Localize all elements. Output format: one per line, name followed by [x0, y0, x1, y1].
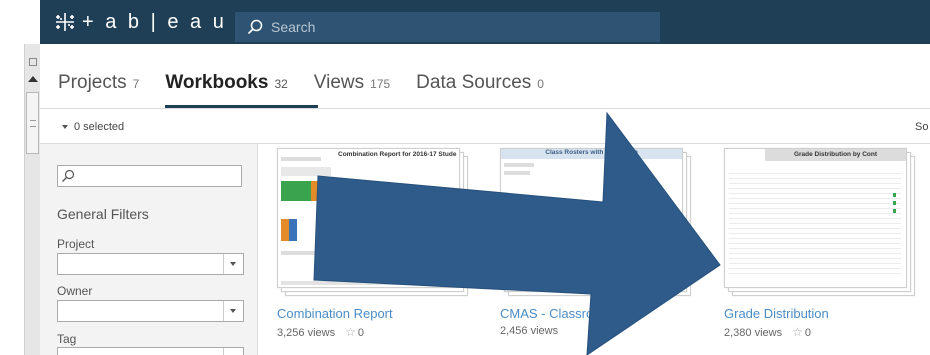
star-outline-icon[interactable]: ☆ — [792, 325, 803, 339]
tab-views[interactable]: Views 175 — [314, 72, 390, 94]
workbook-card[interactable]: Grade Distribution by Cont Grade Distrib… — [724, 146, 919, 339]
thumb-banner — [281, 167, 331, 176]
tab-label: Workbooks — [165, 72, 269, 93]
thumbnail-sheet: Class Rosters with rmance Le — [500, 148, 683, 288]
thumb-orange-block — [311, 181, 325, 201]
tab-data-sources[interactable]: Data Sources 0 — [416, 72, 544, 94]
scrollbar-square-icon — [29, 58, 37, 66]
favorite-count: 0 — [804, 327, 811, 339]
scrollbar-thumb[interactable] — [26, 92, 39, 154]
tab-count: 32 — [274, 77, 288, 91]
thumb-text — [281, 251, 321, 255]
tab-label: Views — [313, 72, 365, 93]
tableau-logo-icon — [56, 13, 74, 31]
search-placeholder: Search — [271, 19, 316, 35]
search-icon — [62, 169, 75, 182]
browser-scrollbar[interactable] — [24, 44, 40, 355]
view-count: 3,256 views — [277, 327, 336, 339]
thumb-green-block — [281, 181, 311, 201]
filter-search-input[interactable] — [57, 165, 242, 187]
content-tabs: Projects 7 Workbooks 32 Views 175 Data Sour… — [58, 72, 570, 108]
star-outline-icon[interactable]: ☆ — [345, 325, 356, 339]
tab-count: 175 — [370, 77, 391, 91]
workbook-thumbnail[interactable]: Class Rosters with rmance Le — [500, 146, 695, 296]
search-icon — [247, 19, 263, 35]
thumb-text — [281, 157, 321, 161]
project-filter-select[interactable] — [57, 253, 244, 275]
tab-label: Data Sources — [416, 72, 532, 93]
chevron-down-icon — [62, 125, 68, 129]
filters-title: General Filters — [57, 206, 149, 222]
scroll-up-icon[interactable] — [28, 76, 38, 82]
selection-menu[interactable]: 0 selected — [62, 121, 124, 133]
tab-workbooks[interactable]: Workbooks 32 — [165, 72, 319, 108]
thumbnail-sheet: Combination Report for 2016-17 Stude — [277, 148, 460, 288]
thumbnail-title: Combination Report for 2016-17 Stude — [338, 151, 457, 158]
tab-projects[interactable]: Projects 7 — [58, 72, 139, 94]
tabs-divider — [40, 108, 930, 109]
workbook-title[interactable]: Combination Report — [277, 306, 393, 321]
tableau-logo[interactable]: + a b | e a u — [52, 10, 227, 34]
thumb-blue-block — [325, 181, 333, 201]
view-count: 2,456 views — [500, 325, 559, 337]
sort-menu[interactable]: So — [915, 121, 928, 133]
thumb-green-mark — [893, 193, 896, 197]
chevron-down-icon[interactable] — [223, 254, 243, 274]
workbook-stats: 2,456 views — [500, 325, 558, 337]
thumb-table — [729, 169, 901, 277]
workbook-stats: 3,256 views ☆ 0 — [277, 325, 364, 339]
thumbnail-title: Class Rosters with rmance Le — [501, 149, 682, 159]
workbook-stats: 2,380 views ☆ 0 — [724, 325, 811, 339]
thumb-orange-bar — [281, 219, 289, 241]
owner-filter-select[interactable] — [57, 300, 244, 322]
thumbnail-sheet: Grade Distribution by Cont — [724, 148, 907, 288]
workbook-card[interactable]: Combination Report for 2016-17 Stude Com… — [277, 146, 472, 339]
thumbnail-title: Grade Distribution by Cont — [765, 149, 906, 161]
tab-count: 7 — [132, 77, 140, 91]
workbook-card[interactable]: Class Rosters with rmance Le CMAS - Clas… — [500, 146, 695, 337]
workbook-title[interactable]: CMAS - Classroo — [500, 306, 600, 321]
tag-filter-select[interactable] — [57, 347, 244, 355]
favorite-count: 0 — [357, 327, 364, 339]
chevron-down-icon[interactable] — [223, 348, 243, 355]
project-filter-label: Project — [57, 237, 95, 251]
workbook-thumbnail[interactable]: Combination Report for 2016-17 Stude — [277, 146, 472, 296]
thumb-text — [504, 163, 534, 167]
workbook-title[interactable]: Grade Distribution — [724, 306, 829, 321]
top-header: + a b | e a u Search — [40, 0, 930, 44]
tag-filter-label: Tag — [57, 332, 77, 346]
workbook-thumbnail[interactable]: Grade Distribution by Cont — [724, 146, 919, 296]
thumb-text — [504, 171, 530, 175]
filters-panel: General Filters Project Owner Tag — [40, 144, 258, 355]
selection-count: 0 selected — [74, 121, 125, 133]
owner-filter-label: Owner — [57, 284, 93, 298]
thumb-green-mark — [893, 201, 896, 205]
global-search-input[interactable]: Search — [235, 12, 660, 42]
tab-count: 0 — [537, 77, 544, 91]
chevron-down-icon[interactable] — [223, 301, 243, 321]
thumb-green-mark — [893, 209, 896, 213]
logo-wordmark: + a b | e a u — [82, 10, 227, 33]
thumb-footer — [281, 281, 451, 285]
tab-label: Projects — [58, 72, 127, 93]
thumb-blue-bar — [289, 219, 297, 241]
view-count: 2,380 views — [724, 327, 783, 339]
